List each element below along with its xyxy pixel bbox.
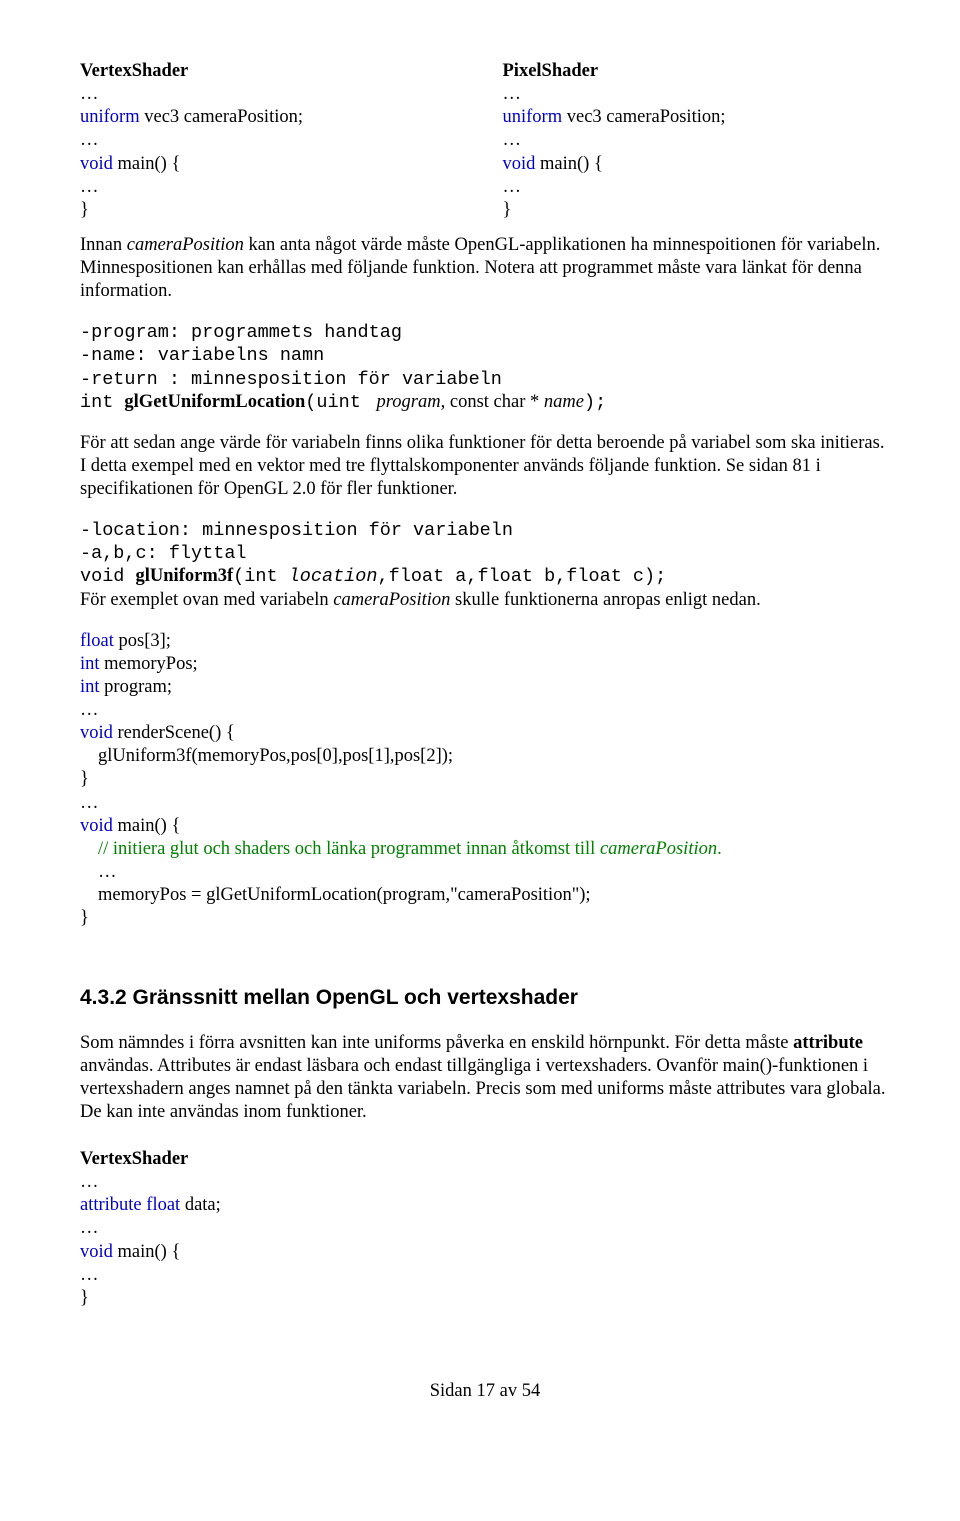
code-comment: // initiera glut och shaders och länka p… [80,838,890,861]
code-line: … [80,1217,890,1240]
paragraph-3: För exemplet ovan med variabeln cameraPo… [80,589,890,612]
code-line: void main() { [80,1241,890,1264]
doc-line: -return : minnesposition för variabeln [80,368,890,391]
keyword-uniform: uniform [80,107,140,127]
doc-line: -program: programmets handtag [80,321,890,344]
code-line: } [503,199,891,222]
code-line: … [80,861,890,884]
page-footer: Sidan 17 av 54 [80,1380,890,1403]
fn-name: glGetUniformLocation [124,392,305,412]
code-line: void main() { [80,815,890,838]
vertex-shader-2: VertexShader … attribute float data; … v… [80,1148,890,1310]
code-line: void renderScene() { [80,722,890,745]
code-line: void main() { [503,153,891,176]
signature-glUniform3f: -location: minnesposition för variabeln … [80,519,890,612]
code-line: … [80,699,890,722]
code-line: … [503,176,891,199]
keyword-int: int [80,677,100,697]
code-line: … [80,1171,890,1194]
var-cameraPosition: cameraPosition [333,590,450,610]
code-line: void main() { [80,153,468,176]
pixel-shader-col: PixelShader … uniform vec3 cameraPositio… [503,60,891,222]
host-code: float pos[3]; int memoryPos; int program… [80,630,890,931]
vs-title: VertexShader [80,60,468,83]
keyword-float: float [142,1195,185,1215]
code-line: uniform vec3 cameraPosition; [503,106,891,129]
keyword-void: void [80,816,113,836]
code-line: float pos[3]; [80,630,890,653]
shader-columns: VertexShader … uniform vec3 cameraPositi… [80,60,890,222]
paragraph-1: Innan cameraPosition kan anta något värd… [80,234,890,303]
code-line: } [80,768,890,791]
doc-line: -name: variabelns namn [80,344,890,367]
doc-line: -location: minnesposition för variabeln [80,519,890,542]
code-line: uniform vec3 cameraPosition; [80,106,468,129]
fn-name: glUniform3f [136,566,234,586]
code-line: attribute float data; [80,1194,890,1217]
code-line: } [80,1287,890,1310]
keyword-float: float [80,631,114,651]
keyword-void: void [80,723,113,743]
keyword-void: void [80,1242,113,1262]
fn-signature: int glGetUniformLocation(uint program, c… [80,391,890,414]
doc-line: -a,b,c: flyttal [80,542,890,565]
code-line: glUniform3f(memoryPos,pos[0],pos[1],pos[… [80,745,890,768]
code-line: … [80,129,468,152]
var-cameraPosition: cameraPosition [127,235,244,255]
code-line: int program; [80,676,890,699]
paragraph-4: Som nämndes i förra avsnitten kan inte u… [80,1032,890,1125]
vs2-title: VertexShader [80,1148,890,1171]
code-line: … [80,83,468,106]
keyword-uniform: uniform [503,107,563,127]
code-line: … [80,176,468,199]
code-line: … [80,1264,890,1287]
signature-glGetUniformLocation: -program: programmets handtag -name: var… [80,321,890,414]
vertex-shader-col: VertexShader … uniform vec3 cameraPositi… [80,60,468,222]
fn-signature: void glUniform3f(int location,float a,fl… [80,565,890,588]
paragraph-2: För att sedan ange värde för variabeln f… [80,432,890,501]
heading-432: 4.3.2 Gränssnitt mellan OpenGL och verte… [80,985,890,1011]
code-line: … [503,83,891,106]
keyword-attribute: attribute [80,1195,142,1215]
keyword-int: int [80,654,100,674]
code-line: memoryPos = glGetUniformLocation(program… [80,884,890,907]
code-line: } [80,907,890,930]
code-line: … [503,129,891,152]
code-line: } [80,199,468,222]
code-line: … [80,792,890,815]
keyword-void: void [80,154,113,174]
keyword-attribute-text: attribute [793,1033,863,1053]
ps-title: PixelShader [503,60,891,83]
code-line: int memoryPos; [80,653,890,676]
keyword-void: void [503,154,536,174]
